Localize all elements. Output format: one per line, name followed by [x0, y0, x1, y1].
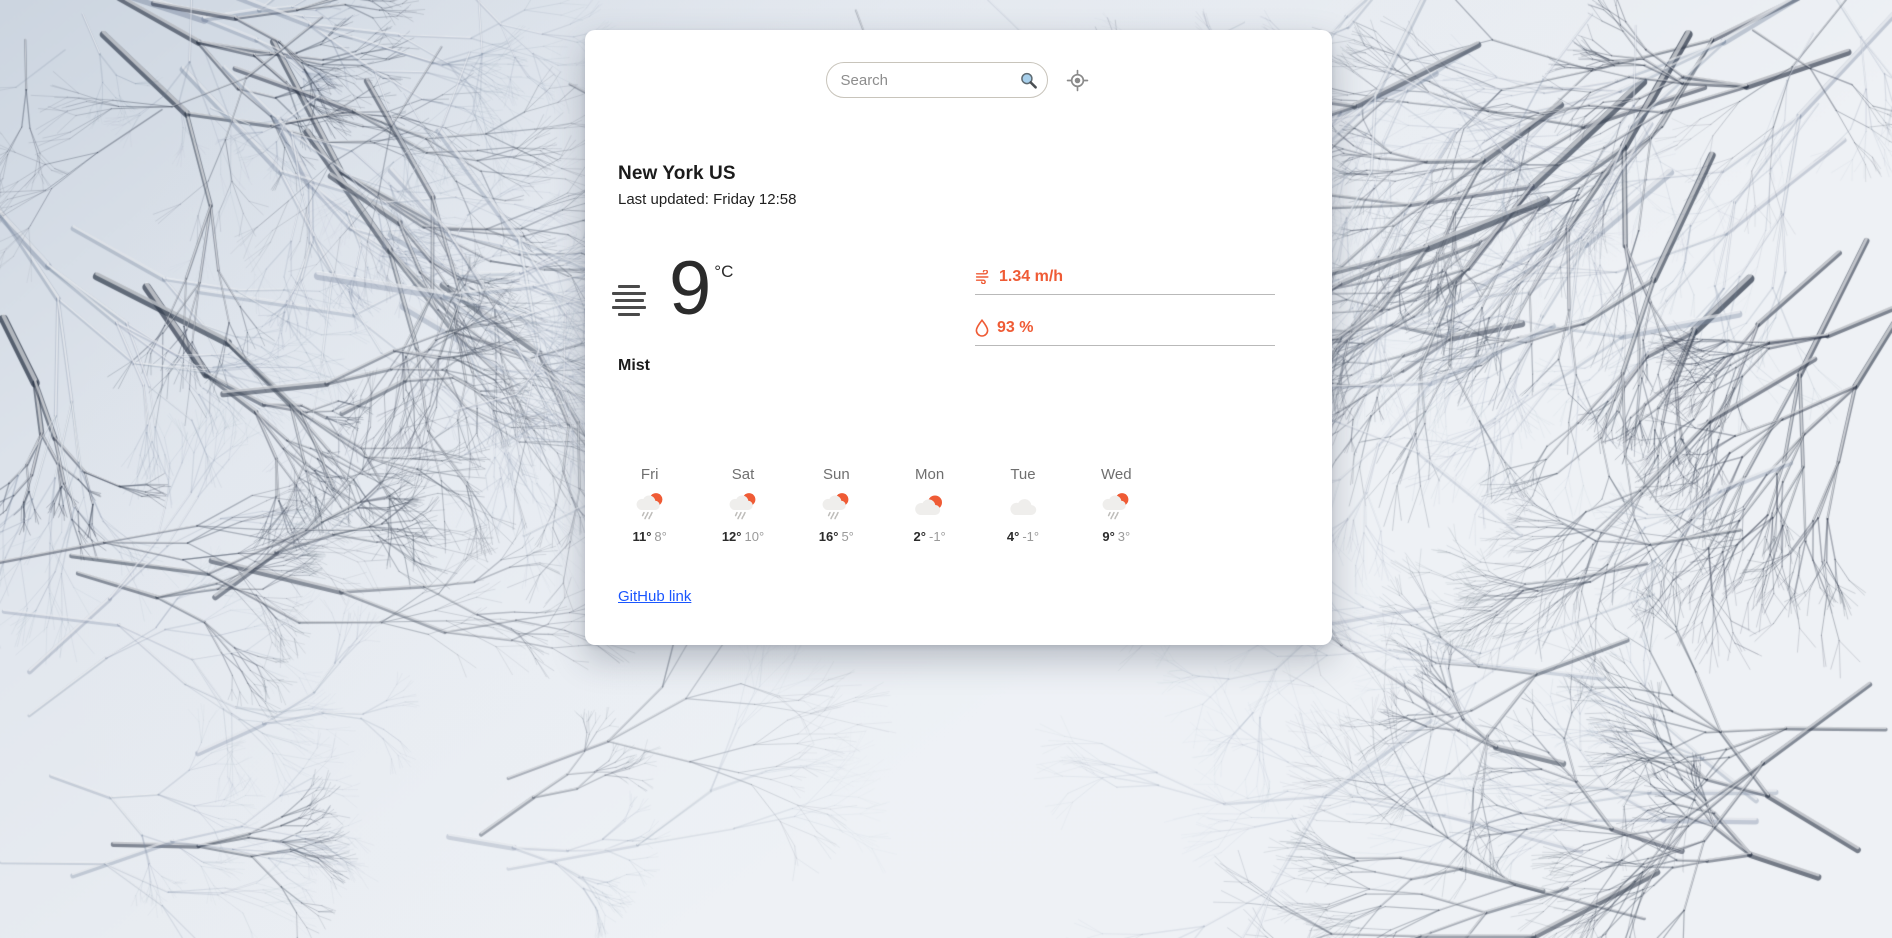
forecast-high: 11° [632, 529, 652, 544]
forecast-day-name: Sat [731, 466, 755, 483]
forecast-row: Fri 11° 8° Sat 12° 10° Sun 16° 5° Mon 2° -1° Tue 4° -1… [603, 466, 1163, 544]
forecast-low: 3° [1117, 529, 1131, 544]
current-metrics: 1.34 m/h 93 % [975, 268, 1275, 346]
sun-behind-rain-cloud-icon [819, 489, 853, 523]
forecast-day-name: Wed [1101, 466, 1132, 483]
forecast-day: Tue 4° -1° [976, 466, 1069, 544]
forecast-low: 5° [841, 529, 854, 544]
forecast-low: 10° [744, 529, 765, 544]
forecast-day: Sat 12° 10° [696, 466, 789, 544]
humidity-metric: 93 % [975, 319, 1275, 346]
forecast-temps: 2° -1° [914, 529, 946, 544]
forecast-high: 16° [818, 529, 839, 544]
forecast-day: Fri 11° 8° [603, 466, 696, 544]
temperature-unit: °C [714, 262, 734, 282]
weather-card: New York US Last updated: Friday 12:58 9… [585, 30, 1332, 645]
forecast-low: -1° [928, 529, 946, 544]
location-block: New York US Last updated: Friday 12:58 [618, 163, 796, 208]
forecast-day-name: Fri [640, 466, 659, 483]
humidity-droplet-icon [975, 319, 989, 337]
forecast-high: 9° [1102, 529, 1115, 544]
temperature-block: 9 °C [669, 246, 734, 332]
wind-value: 1.34 m/h [999, 268, 1064, 285]
forecast-temps: 11° 8° [632, 529, 666, 544]
forecast-day: Mon 2° -1° [883, 466, 976, 544]
search-input[interactable] [825, 62, 1048, 98]
forecast-temps: 4° -1° [1007, 529, 1039, 544]
sun-behind-rain-cloud-icon [726, 489, 760, 523]
crosshair-location-icon[interactable] [1064, 66, 1092, 94]
forecast-high: 2° [913, 529, 926, 544]
forecast-temps: 9° 3° [1102, 529, 1130, 544]
current-primary: 9 °C [585, 246, 975, 332]
current-weather: 9 °C 1.34 m/h 93 % [585, 246, 1332, 346]
forecast-temps: 16° 5° [819, 529, 854, 544]
search-icon[interactable] [1016, 67, 1042, 93]
forecast-high: 12° [721, 529, 742, 544]
forecast-day: Sun 16° 5° [790, 466, 883, 544]
forecast-day-name: Mon [915, 466, 945, 483]
search-row [585, 62, 1332, 98]
github-link[interactable]: GitHub link [618, 588, 691, 605]
forecast-day-name: Sun [822, 466, 850, 483]
forecast-low: -1° [1022, 529, 1040, 544]
last-updated-text: Last updated: Friday 12:58 [618, 191, 797, 208]
forecast-high: 4° [1006, 529, 1020, 544]
search-field-wrap [825, 62, 1048, 98]
forecast-low: 8° [654, 529, 667, 544]
sun-behind-rain-cloud-icon [633, 489, 667, 523]
forecast-day: Wed 9° 3° [1070, 466, 1163, 544]
wind-icon [975, 270, 991, 284]
forecast-day-name: Tue [1010, 466, 1036, 483]
wind-metric: 1.34 m/h [975, 268, 1275, 295]
page-title: New York US [618, 163, 736, 184]
condition-label: Mist [618, 357, 650, 374]
mist-icon [603, 274, 655, 326]
temperature-value: 9 [669, 246, 712, 332]
sun-behind-rain-cloud-icon [1099, 489, 1133, 523]
humidity-value: 93 % [997, 319, 1034, 336]
cloud-icon [1006, 489, 1040, 523]
forecast-temps: 12° 10° [722, 529, 764, 544]
sun-behind-cloud-icon [913, 489, 947, 523]
